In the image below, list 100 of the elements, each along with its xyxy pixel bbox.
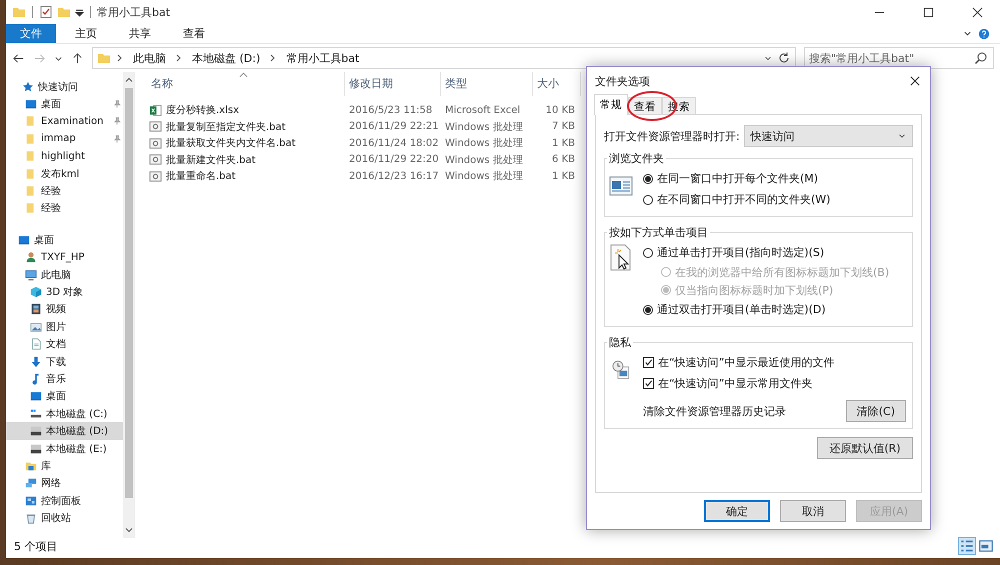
column-header[interactable]: 类型 <box>441 72 533 96</box>
dialog-tab[interactable]: 常规 <box>594 94 628 115</box>
nav-label: highlight <box>41 150 85 162</box>
nav-item[interactable]: highlight <box>6 148 123 165</box>
chevron-icon[interactable] <box>175 53 183 63</box>
nav-label: 发布kml <box>41 168 80 181</box>
nav-label: 经验 <box>41 185 61 198</box>
column-header[interactable]: 修改日期 <box>345 72 441 96</box>
ribbon-tab[interactable]: 共享 <box>116 24 164 43</box>
nav-item[interactable]: 快速访问 <box>6 78 123 96</box>
nav-item[interactable]: 经验 <box>6 200 123 218</box>
nav-item[interactable]: 桌面 <box>6 95 123 113</box>
nav-label: 库 <box>41 460 51 473</box>
open-with-dropdown[interactable]: 快速访问 <box>744 125 913 147</box>
table-cell-text: 度分秒转换.xlsx <box>165 104 240 118</box>
scrollbar-thumb[interactable] <box>124 88 132 498</box>
nav-item[interactable]: 网络 <box>6 474 123 492</box>
nav-item[interactable]: 图片 <box>6 318 123 336</box>
dialog-tab[interactable]: 查看 <box>628 97 662 115</box>
ribbon-tab[interactable]: 查看 <box>170 24 218 43</box>
checkbox-option[interactable]: 在“快速访问”中显示常用文件夹 <box>643 373 906 394</box>
computer-icon <box>25 268 37 281</box>
checkbox-option[interactable]: 在“快速访问”中显示最近使用的文件 <box>643 352 906 373</box>
nav-item[interactable]: 回收站 <box>6 509 123 527</box>
breadcrumb[interactable]: 常用小工具bat <box>282 50 364 66</box>
expand-caret-icon[interactable] <box>963 29 972 38</box>
dialog-button[interactable]: 取消 <box>780 500 846 522</box>
column-header[interactable]: 大小 <box>533 72 581 96</box>
column-header[interactable]: 名称 <box>147 72 345 96</box>
help-icon[interactable] <box>978 28 990 40</box>
checkbox[interactable] <box>643 378 654 389</box>
restore-defaults-button[interactable]: 还原默认值(R) <box>817 437 913 459</box>
pin-icon[interactable] <box>113 100 121 108</box>
up-arrow-icon[interactable] <box>71 52 84 64</box>
dropdown-caret-icon[interactable] <box>75 8 84 16</box>
nav-item[interactable]: 视频 <box>6 300 123 318</box>
nav-item[interactable]: 库 <box>6 457 123 475</box>
nav-item[interactable]: TXYF_HP <box>6 248 123 266</box>
ribbon-tab[interactable]: 主页 <box>62 24 110 43</box>
preview-view-icon[interactable] <box>978 538 994 554</box>
back-arrow-icon[interactable] <box>12 52 25 64</box>
nav-item[interactable]: 本地磁盘 (D:) <box>6 422 123 440</box>
nav-label: 经验 <box>41 202 61 216</box>
dialog-button[interactable]: 确定 <box>704 500 770 522</box>
checkbox[interactable] <box>643 357 654 368</box>
nav-item[interactable]: 下载 <box>6 352 123 370</box>
radio-button[interactable] <box>643 174 653 184</box>
nav-item[interactable]: 此电脑 <box>6 266 123 284</box>
file-tab[interactable]: 文件 <box>6 24 56 43</box>
table-cell-text: 1 KB <box>551 138 575 149</box>
nav-item[interactable]: 3D 对象 <box>6 283 123 301</box>
refresh-icon[interactable] <box>777 51 791 65</box>
radio-button[interactable] <box>643 304 653 314</box>
radio-option[interactable]: 通过单击打开项目(指向时选定)(S) <box>643 242 906 263</box>
table-cell-text: 批量复制至指定文件夹.bat <box>165 120 287 134</box>
option-label: 仅当指向图标标题时加下划线(P) <box>675 282 834 298</box>
nav-item[interactable]: 控制面板 <box>6 492 123 510</box>
maximize-icon[interactable] <box>923 6 934 18</box>
chevron-icon[interactable] <box>269 53 278 63</box>
scroll-down-icon[interactable] <box>124 526 132 534</box>
pin-icon[interactable] <box>113 117 121 126</box>
nav-item[interactable]: immap <box>6 130 123 148</box>
nav-label: 桌面 <box>41 98 61 112</box>
scroll-up-icon[interactable] <box>124 76 132 84</box>
nav-item[interactable]: 桌面 <box>6 231 123 249</box>
group-title: 浏览文件夹 <box>608 151 665 166</box>
close-icon[interactable] <box>972 6 983 18</box>
checklist-icon[interactable] <box>39 5 53 19</box>
nav-item[interactable]: 经验 <box>6 182 123 200</box>
search-field[interactable]: 搜索"常用小工具bat" <box>804 47 994 69</box>
nav-item[interactable]: 本地磁盘 (C:) <box>6 405 123 422</box>
window-title: 常用小工具bat <box>97 4 170 20</box>
chevron-icon[interactable] <box>116 53 124 63</box>
breadcrumb[interactable]: 此电脑 <box>129 50 170 66</box>
annotation-ellipse <box>627 91 677 121</box>
open-with-label: 打开文件资源管理器时打开: <box>604 128 740 144</box>
nav-item[interactable]: 文档 <box>6 335 123 353</box>
nav-label: 桌面 <box>46 390 66 404</box>
sort-caret-icon <box>239 72 248 78</box>
radio-option[interactable]: 在不同窗口中打开不同的文件夹(W) <box>643 189 906 210</box>
nav-item[interactable]: 本地磁盘 (E:) <box>6 440 123 458</box>
nav-item[interactable]: Examination <box>6 112 123 130</box>
clear-button[interactable]: 清除(C) <box>846 400 906 422</box>
monitor-icon <box>18 234 30 246</box>
person-icon <box>25 251 37 264</box>
option-label: 在不同窗口中打开不同的文件夹(W) <box>657 192 830 207</box>
close-icon[interactable] <box>910 76 920 86</box>
radio-button[interactable] <box>643 194 653 204</box>
option-label: 通过双击打开项目(单击时选定)(D) <box>657 302 826 317</box>
scrollbar[interactable] <box>123 72 134 538</box>
pin-icon[interactable] <box>113 134 121 143</box>
nav-item[interactable]: 音乐 <box>6 370 123 388</box>
details-view-icon[interactable] <box>959 538 975 554</box>
radio-option[interactable]: 在同一窗口中打开每个文件夹(M) <box>643 168 906 189</box>
nav-item[interactable]: 桌面 <box>6 388 123 406</box>
nav-item[interactable]: 发布kml <box>6 164 123 182</box>
breadcrumb[interactable]: 本地磁盘 (D:) <box>188 50 264 66</box>
nav-label: 控制面板 <box>41 494 81 508</box>
radio-button[interactable] <box>643 248 653 258</box>
radio-option[interactable]: 通过双击打开项目(单击时选定)(D) <box>643 299 906 320</box>
